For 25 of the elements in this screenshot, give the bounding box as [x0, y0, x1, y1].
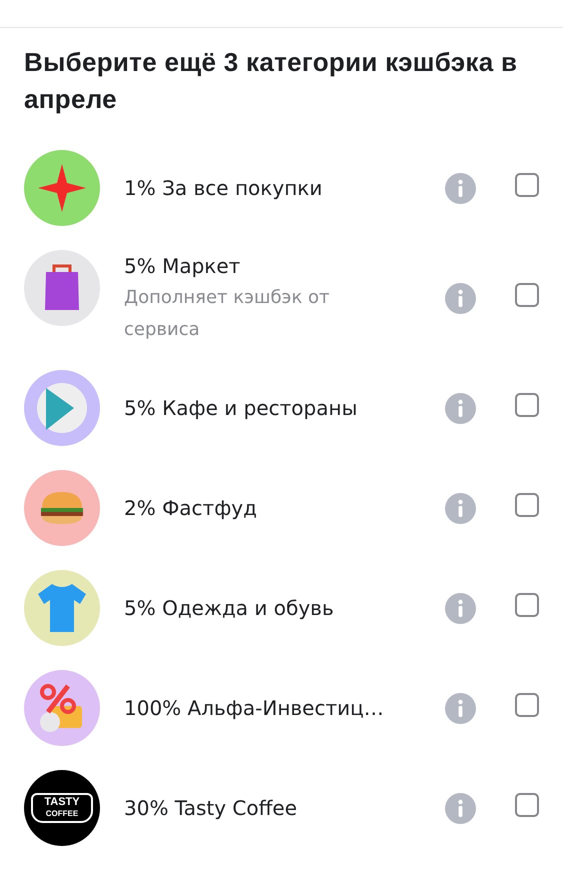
category-label: 2% Фастфуд: [124, 495, 258, 522]
info-icon[interactable]: [445, 692, 476, 724]
page-title: Выберите ещё 3 категории кэшбэка в апреле: [24, 46, 518, 116]
plate-icon: [34, 380, 90, 436]
checkbox[interactable]: [515, 393, 539, 417]
category-label: 30% Tasty Coffee: [124, 795, 298, 822]
checkbox[interactable]: [515, 593, 539, 617]
checkbox[interactable]: [515, 493, 539, 517]
category-label: 1% За все покупки: [124, 175, 324, 202]
category-label: 5% Кафе и рестораны: [124, 395, 358, 422]
checkbox[interactable]: [515, 283, 539, 307]
category-label: 100% Альфа-Инвестиц…: [124, 695, 385, 722]
checkbox[interactable]: [515, 173, 539, 197]
checkbox[interactable]: [515, 693, 539, 717]
category-note: Дополняет кэшбэк от сервиса: [124, 286, 331, 342]
info-icon[interactable]: [445, 592, 476, 624]
checkbox[interactable]: [515, 793, 539, 817]
category-label: 5% Маркет: [124, 253, 242, 280]
info-icon[interactable]: [445, 792, 476, 824]
category-label: 5% Одежда и обувь: [124, 595, 335, 622]
info-icon[interactable]: [445, 172, 476, 204]
info-icon[interactable]: [445, 282, 476, 314]
logo-icon: TASTY COFFEE: [31, 793, 93, 823]
info-icon[interactable]: [445, 492, 476, 524]
info-icon[interactable]: [445, 392, 476, 424]
